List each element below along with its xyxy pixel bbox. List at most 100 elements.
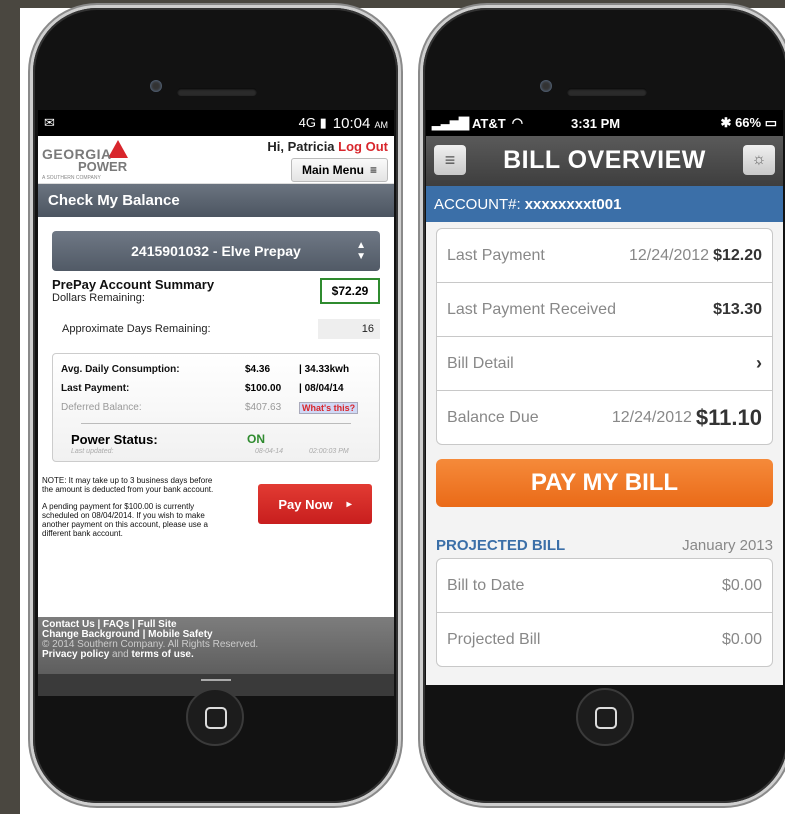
main-menu-button[interactable]: Main Menu ≡ bbox=[290, 158, 388, 182]
last-payment-received-amount: $13.30 bbox=[713, 300, 762, 318]
deferred-balance-label: Deferred Balance: bbox=[61, 402, 142, 413]
sun-icon: ☼ bbox=[751, 151, 767, 168]
settings-button[interactable]: ☼ bbox=[743, 145, 775, 175]
whats-this-link[interactable]: What's this? bbox=[299, 401, 359, 414]
projected-bill-header: PROJECTED BILL January 2013 bbox=[436, 537, 773, 554]
background-edge bbox=[0, 0, 20, 814]
clock: 3:31 PM bbox=[571, 115, 621, 131]
deferred-balance-amount: $407.63 bbox=[245, 402, 282, 413]
balance-due-amount: $11.10 bbox=[695, 404, 762, 430]
notes-section: NOTE: It may take up to 3 business days … bbox=[42, 476, 390, 566]
last-updated-date: 08-04-14 bbox=[255, 448, 284, 455]
mail-icon: ✉ bbox=[44, 115, 55, 130]
speaker bbox=[567, 88, 647, 96]
hamburger-icon: ≡ bbox=[369, 163, 377, 177]
avg-consumption-kwh: | 34.33kwh bbox=[299, 364, 350, 375]
battery-percent: 66% bbox=[735, 115, 762, 130]
screen-bill-overview: ▂▃▅▇ AT&T ◠ 3:31 PM ✱ 66% ▭ ≡ BILL OVERV… bbox=[426, 110, 783, 685]
footer: Contact Us | FAQs | Full Site Change Bac… bbox=[38, 617, 394, 674]
bill-detail-row[interactable]: Bill Detail › bbox=[437, 337, 772, 391]
last-updated-label: Last updated: bbox=[71, 448, 114, 455]
days-remaining-label: Approximate Days Remaining: bbox=[62, 323, 211, 335]
speaker bbox=[177, 88, 257, 96]
last-payment-row: Last Payment 12/24/2012 $12.20 bbox=[437, 229, 772, 283]
drag-handle[interactable] bbox=[201, 679, 231, 681]
logo-line2: POWER bbox=[78, 159, 128, 174]
account-label: ACCOUNT#: bbox=[434, 195, 521, 213]
projected-bill-row: Projected Bill $0.00 bbox=[437, 613, 772, 666]
greeting: Hi, Patricia Log Out bbox=[267, 139, 388, 154]
and-text: and bbox=[112, 649, 129, 660]
account-bar: ACCOUNT#: xxxxxxxxt001 bbox=[426, 186, 783, 222]
battery: ✱ 66% ▭ bbox=[720, 115, 777, 130]
phone-left: ✉ 4G ▮ 10:04 AM GEORGIA POWER A SOUTHERN… bbox=[33, 8, 398, 803]
pay-my-bill-button[interactable]: PAY MY BILL bbox=[436, 459, 773, 507]
projected-bill-heading: PROJECTED BILL bbox=[436, 537, 566, 554]
consumption-panel: Avg. Daily Consumption: $4.36 | 34.33kwh… bbox=[52, 353, 380, 462]
last-updated-time: 02:00:03 PM bbox=[309, 448, 349, 455]
camera bbox=[540, 80, 552, 92]
balance-due-date: 12/24/2012 bbox=[611, 408, 692, 426]
note-text: NOTE: It may take up to 3 business days … bbox=[42, 476, 214, 494]
last-payment-date: 12/24/2012 bbox=[628, 246, 710, 264]
power-status-label: Power Status: bbox=[71, 431, 158, 447]
main-menu-label: Main Menu bbox=[301, 163, 364, 177]
page-title: BILL OVERVIEW bbox=[503, 146, 706, 174]
account-summary: PrePay Account Summary Dollars Remaining… bbox=[52, 277, 380, 305]
chevron-right-icon: ▸ bbox=[346, 498, 352, 510]
bill-to-date-row: Bill to Date $0.00 bbox=[437, 559, 772, 613]
signal-icon: ▂▃▅▇ bbox=[432, 115, 469, 130]
projected-bill-amount: $0.00 bbox=[721, 630, 762, 648]
pay-now-button[interactable]: Pay Now ▸ bbox=[258, 484, 372, 524]
projected-bill-month: January 2013 bbox=[682, 537, 773, 554]
account-select-value: 2415901032 - Elve Prepay bbox=[131, 243, 301, 259]
last-updated-row: Last updated: 08-04-14 02:00:03 PM bbox=[61, 448, 371, 455]
avg-consumption-label: Avg. Daily Consumption: bbox=[61, 364, 180, 375]
last-payment-label: Last Payment: bbox=[61, 383, 130, 394]
balance-due-label: Balance Due bbox=[447, 408, 539, 426]
logo-line3: A SOUTHERN COMPANY bbox=[42, 175, 101, 181]
home-square-icon bbox=[205, 707, 227, 729]
bill-to-date-label: Bill to Date bbox=[447, 576, 525, 594]
home-square-icon bbox=[595, 707, 617, 729]
camera bbox=[150, 80, 162, 92]
background-top bbox=[0, 0, 785, 8]
days-remaining-value: 16 bbox=[318, 319, 380, 339]
power-status-row: Power Status: ON bbox=[61, 430, 371, 448]
divider bbox=[81, 423, 351, 424]
app-header: ≡ BILL OVERVIEW ☼ bbox=[426, 136, 783, 186]
projected-bill-card: Bill to Date $0.00 Projected Bill $0.00 bbox=[436, 558, 773, 667]
pay-now-label: Pay Now bbox=[278, 496, 333, 512]
greeting-text: Hi, Patricia bbox=[267, 139, 335, 154]
last-payment-row: Last Payment: $100.00 | 08/04/14 bbox=[61, 379, 371, 398]
last-payment-received-label: Last Payment Received bbox=[447, 300, 616, 318]
account-number: xxxxxxxxt001 bbox=[524, 195, 622, 213]
avg-consumption-dollars: $4.36 bbox=[245, 364, 271, 375]
status-bar: ▂▃▅▇ AT&T ◠ 3:31 PM ✱ 66% ▭ bbox=[426, 110, 783, 136]
home-button[interactable] bbox=[186, 688, 244, 746]
phone-right: ▂▃▅▇ AT&T ◠ 3:31 PM ✱ 66% ▭ ≡ BILL OVERV… bbox=[423, 8, 785, 803]
last-payment-amount: $12.20 bbox=[713, 246, 762, 264]
privacy-link[interactable]: Privacy policy bbox=[42, 649, 109, 660]
pending-payment-text: A pending payment for $100.00 is current… bbox=[42, 502, 208, 538]
last-payment-date: | 08/04/14 bbox=[299, 383, 344, 394]
page-title: Check My Balance bbox=[38, 184, 394, 217]
avg-consumption-row: Avg. Daily Consumption: $4.36 | 34.33kwh bbox=[61, 360, 371, 379]
chevron-right-icon: › bbox=[756, 353, 762, 373]
network-icon: 4G ▮ bbox=[298, 115, 327, 130]
projected-bill-label: Projected Bill bbox=[447, 630, 541, 648]
account-select[interactable]: 2415901032 - Elve Prepay ▲ ▼ bbox=[52, 231, 380, 271]
days-remaining: Approximate Days Remaining: 16 bbox=[52, 319, 380, 339]
deferred-balance-row: Deferred Balance: $407.63 What's this? bbox=[61, 398, 371, 417]
last-payment-amount: $100.00 bbox=[245, 383, 282, 394]
bill-to-date-amount: $0.00 bbox=[721, 576, 762, 594]
bill-summary-card: Last Payment 12/24/2012 $12.20 Last Paym… bbox=[436, 228, 773, 445]
dollars-remaining-value: $72.29 bbox=[320, 278, 380, 304]
last-payment-received-row: Last Payment Received $13.30 bbox=[437, 283, 772, 337]
terms-link[interactable]: terms of use. bbox=[132, 649, 194, 660]
georgia-power-logo[interactable]: GEORGIA POWER A SOUTHERN COMPANY bbox=[42, 146, 127, 181]
logout-link[interactable]: Log Out bbox=[338, 139, 388, 154]
screen-georgia-power: ✉ 4G ▮ 10:04 AM GEORGIA POWER A SOUTHERN… bbox=[38, 110, 394, 696]
home-button[interactable] bbox=[576, 688, 634, 746]
last-payment-label: Last Payment bbox=[447, 246, 545, 264]
